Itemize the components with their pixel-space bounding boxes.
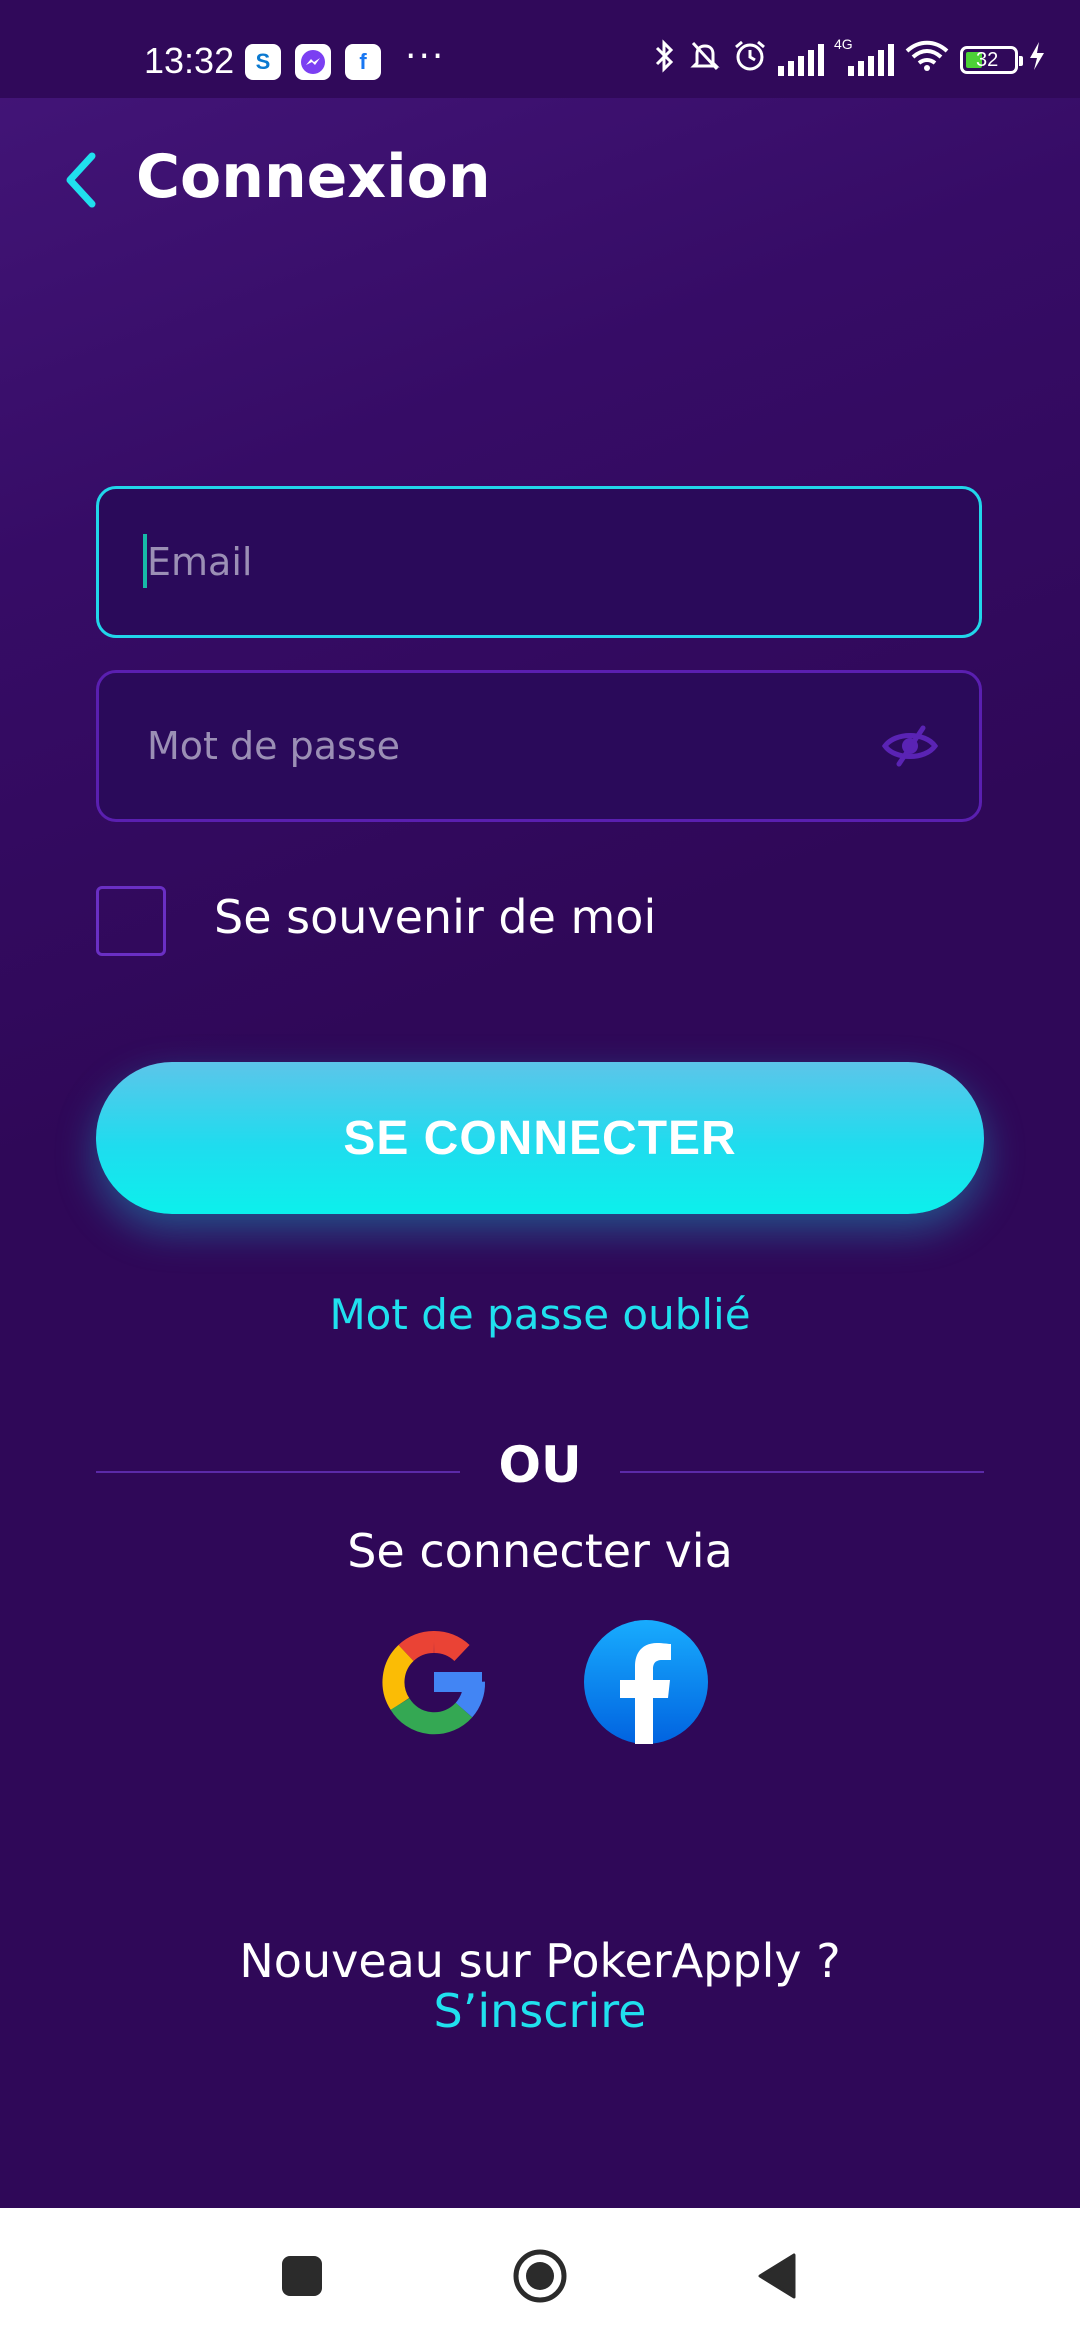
more-notifications-icon: ··· <box>405 36 446 77</box>
status-indicators: 4G 32 <box>652 36 1046 83</box>
charging-icon <box>1028 40 1046 80</box>
home-circle-icon <box>513 2249 567 2303</box>
status-time: 13:32 <box>144 40 235 81</box>
alarm-icon <box>732 38 768 83</box>
skype-icon: S <box>245 44 281 80</box>
bluetooth-icon <box>652 38 678 82</box>
messenger-icon <box>295 44 331 80</box>
page-title: Connexion <box>136 142 491 212</box>
google-icon <box>382 1631 485 1735</box>
triangle-back-icon <box>758 2253 796 2299</box>
facebook-icon: f <box>345 44 381 80</box>
signal-icon <box>778 44 824 76</box>
signup-link[interactable]: S’inscrire <box>0 1984 1080 2038</box>
eye-off-icon <box>881 725 939 767</box>
remember-me-checkbox[interactable] <box>96 886 166 956</box>
remember-me-label: Se souvenir de moi <box>214 890 657 944</box>
recent-apps-button[interactable] <box>282 2256 322 2296</box>
new-user-label: Nouveau sur PokerApply ? <box>239 1934 841 1988</box>
text-cursor <box>143 534 147 588</box>
password-field[interactable] <box>96 670 982 822</box>
home-button[interactable] <box>512 2248 568 2304</box>
battery-icon: 32 <box>960 46 1023 74</box>
social-login-label: Se connecter via <box>347 1524 733 1578</box>
system-back-button[interactable] <box>756 2252 798 2300</box>
mute-notifications-icon <box>688 39 722 82</box>
signal-4g-icon: 4G <box>834 36 894 76</box>
facebook-login-button[interactable] <box>584 1620 708 1744</box>
login-button[interactable]: SE CONNECTER <box>96 1062 984 1214</box>
email-input[interactable] <box>145 539 849 585</box>
password-input[interactable] <box>145 723 849 769</box>
email-field[interactable] <box>96 486 982 638</box>
status-bar: 13:32 S f ··· 4G 32 <box>0 0 1080 98</box>
navigation-bar <box>0 2208 1080 2340</box>
toggle-password-visibility-button[interactable] <box>881 724 939 768</box>
chevron-left-icon <box>66 152 96 208</box>
wifi-icon <box>904 39 950 82</box>
forgot-password-link[interactable]: Mot de passe oublié <box>0 1290 1080 1339</box>
login-button-label: SE CONNECTER <box>343 1111 737 1165</box>
back-button[interactable] <box>50 148 110 212</box>
google-login-button[interactable] <box>372 1620 496 1744</box>
facebook-logo-icon <box>584 1620 708 1744</box>
or-separator-label: OU <box>498 1436 582 1494</box>
